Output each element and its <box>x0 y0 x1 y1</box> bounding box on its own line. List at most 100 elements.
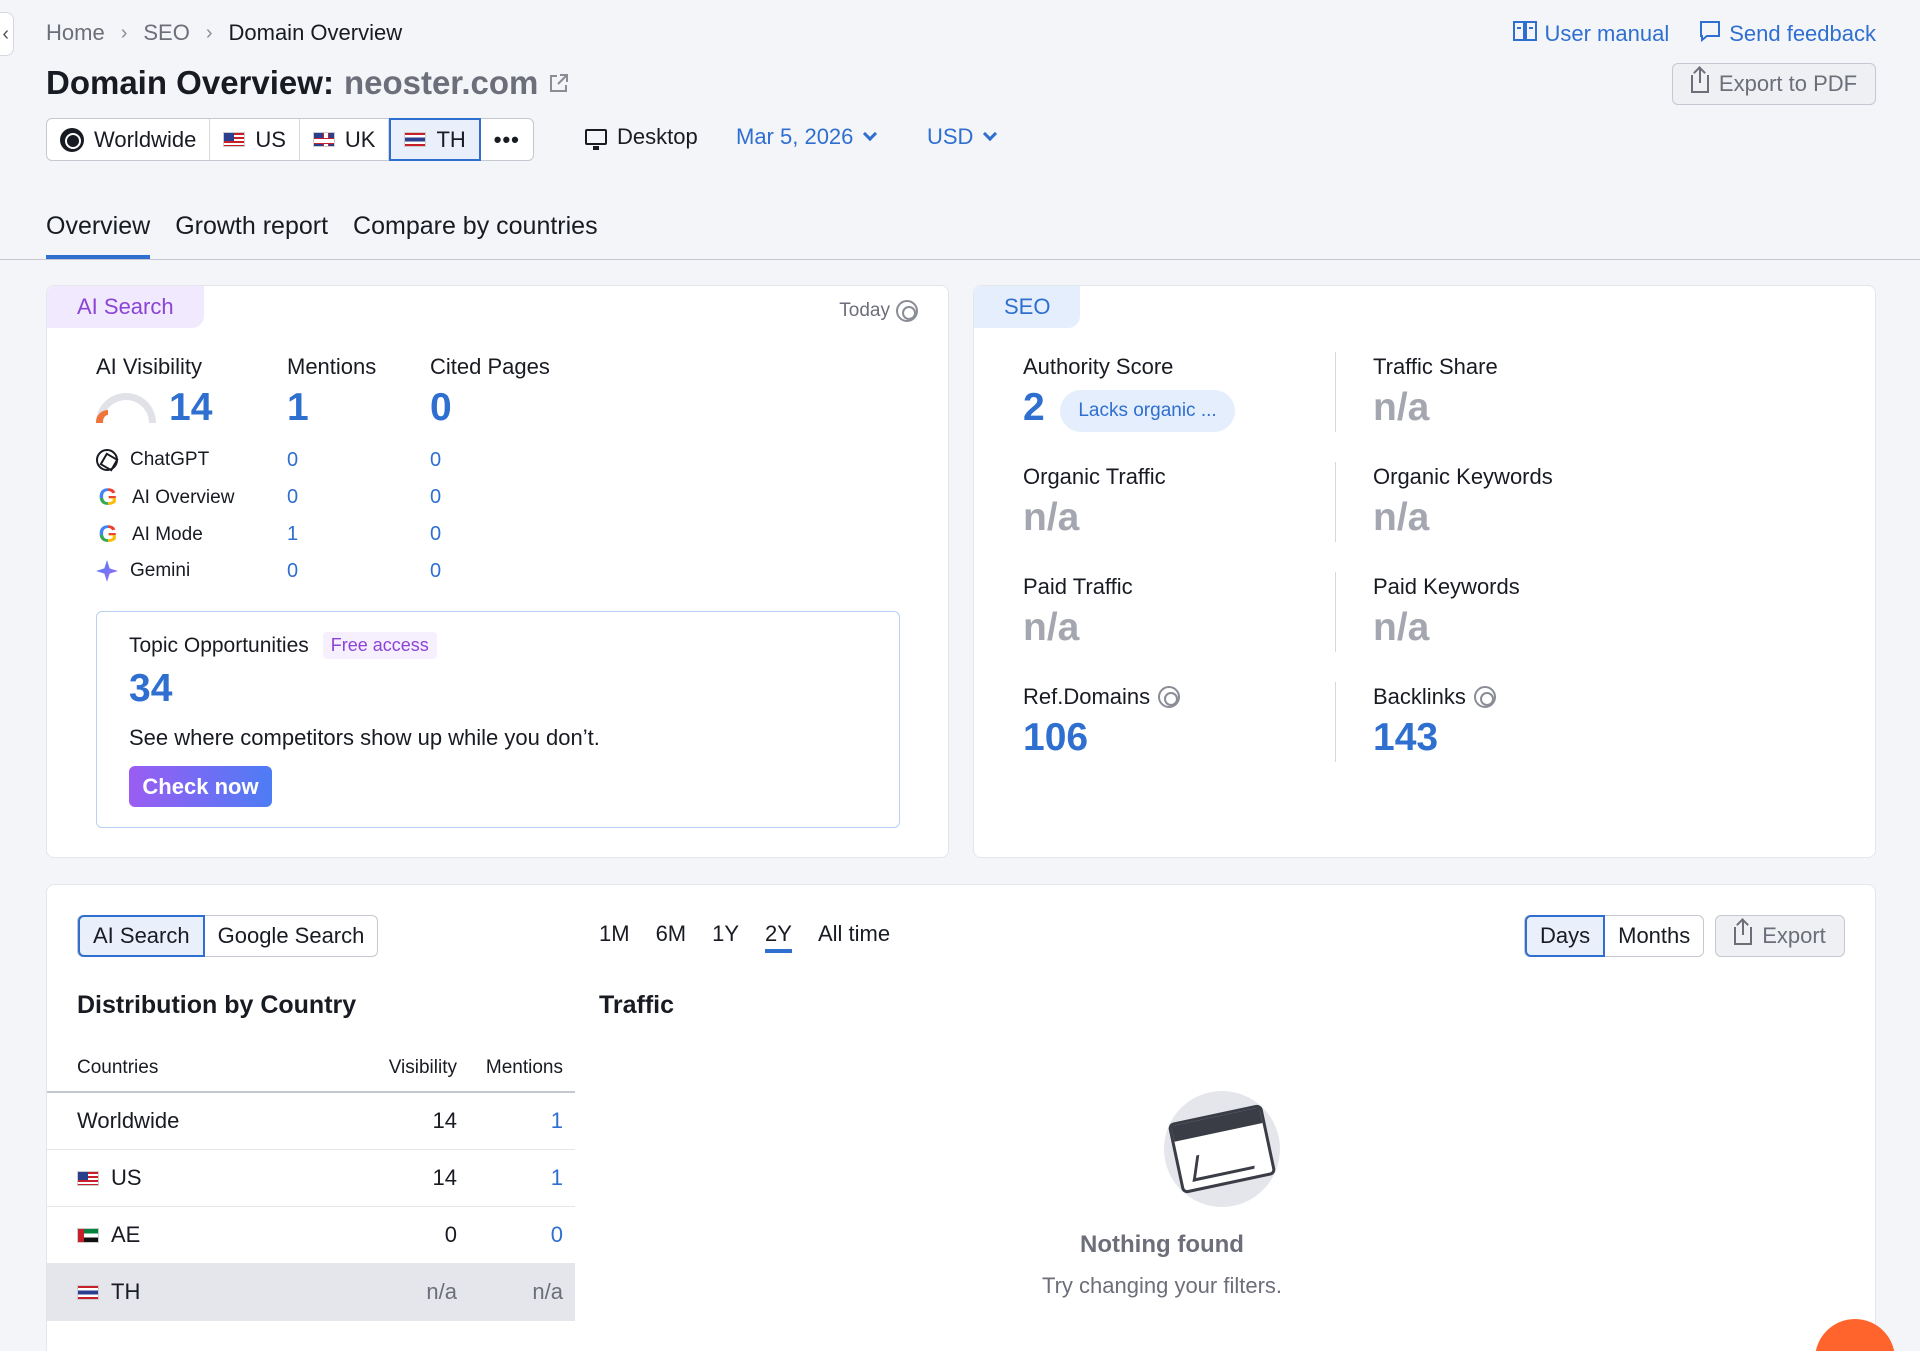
db-label: TH <box>436 126 466 152</box>
table-header: Countries Visibility Mentions <box>47 1045 575 1093</box>
seo-tag: SEO <box>974 286 1081 328</box>
db-th[interactable]: TH <box>389 118 481 161</box>
send-feedback-link[interactable]: Send feedback <box>1699 20 1876 48</box>
seo-card: SEO Authority Score 2 Lacks organic ... … <box>973 285 1876 858</box>
date-selector[interactable]: Mar 5, 2026 <box>736 124 878 150</box>
paid-keywords-label: Paid Keywords <box>1373 574 1520 599</box>
user-manual-link[interactable]: User manual <box>1512 20 1669 48</box>
sidebar-collapse-button[interactable]: ‹ <box>0 12 14 56</box>
distribution-table: Countries Visibility Mentions Worldwide … <box>47 1045 575 1321</box>
source-name: AI Overview <box>132 487 235 508</box>
authority-score-value[interactable]: 2 <box>1023 386 1045 430</box>
country-visibility: 0 <box>444 1222 457 1247</box>
db-uk[interactable]: UK <box>300 119 390 160</box>
chat-bubble-icon <box>1699 20 1721 48</box>
currency-selector[interactable]: USD <box>927 124 998 150</box>
period-all-time[interactable]: All time <box>818 921 890 953</box>
source-cited[interactable]: 0 <box>430 449 441 472</box>
gemini-icon <box>96 560 118 582</box>
mentions-value[interactable]: 1 <box>287 386 309 430</box>
source-row-chatgpt: ChatGPT <box>96 449 209 471</box>
backlinks-value[interactable]: 143 <box>1373 716 1438 760</box>
breadcrumb-home[interactable]: Home <box>46 20 105 46</box>
more-databases-button[interactable]: ••• <box>481 119 533 160</box>
globe-icon <box>896 300 918 322</box>
tab-overview[interactable]: Overview <box>46 212 151 259</box>
period-1m[interactable]: 1M <box>599 921 630 953</box>
source-mentions[interactable]: 1 <box>287 523 298 546</box>
external-link-icon[interactable] <box>548 64 570 102</box>
period-6m[interactable]: 6M <box>656 921 687 953</box>
breadcrumb-seo[interactable]: SEO <box>143 20 189 46</box>
source-name: ChatGPT <box>130 449 210 470</box>
source-cited[interactable]: 0 <box>430 486 441 509</box>
source-cited[interactable]: 0 <box>430 523 441 546</box>
date-label: Mar 5, 2026 <box>736 124 854 149</box>
authority-score-label: Authority Score <box>1023 354 1174 379</box>
header-visibility[interactable]: Visibility <box>347 1057 457 1079</box>
top-links: User manual Send feedback <box>1512 20 1876 48</box>
granularity-toggle: Days Months <box>1524 915 1705 957</box>
check-now-button[interactable]: Check now <box>129 766 272 807</box>
toggle-months[interactable]: Months <box>1605 916 1703 956</box>
distribution-title: Distribution by Country <box>77 991 357 1019</box>
cited-pages-label: Cited Pages <box>430 354 550 379</box>
organic-keywords-label: Organic Keywords <box>1373 464 1553 489</box>
tab-compare-by-countries[interactable]: Compare by countries <box>353 212 598 259</box>
authority-status-badge[interactable]: Lacks organic ... <box>1060 390 1235 432</box>
source-name: AI Mode <box>132 524 203 545</box>
traffic-share-value: n/a <box>1373 386 1430 429</box>
period-2y[interactable]: 2Y <box>765 921 792 953</box>
chart-window-icon <box>1167 1103 1277 1195</box>
ref-domains-value[interactable]: 106 <box>1023 716 1088 760</box>
toggle-google-search[interactable]: Google Search <box>205 916 378 956</box>
country-cell: AE <box>77 1222 347 1248</box>
tab-growth-report[interactable]: Growth report <box>175 212 328 259</box>
paid-keywords-value: n/a <box>1373 606 1430 649</box>
column-divider <box>1335 352 1336 432</box>
device-selector[interactable]: Desktop <box>585 124 698 150</box>
table-row-selected[interactable]: TH n/a n/a <box>47 1264 575 1321</box>
globe-icon <box>60 127 84 152</box>
source-cited[interactable]: 0 <box>430 560 441 583</box>
db-worldwide[interactable]: Worldwide <box>47 119 211 160</box>
cited-pages-value[interactable]: 0 <box>430 386 452 430</box>
send-feedback-label: Send feedback <box>1729 21 1876 46</box>
database-selector: Worldwide US UK TH ••• <box>46 118 534 161</box>
ref-domains-label: Ref.Domains <box>1023 684 1181 710</box>
export-icon <box>1690 69 1709 93</box>
country-mentions[interactable]: 1 <box>457 1165 563 1191</box>
source-row-ai-overview: G AI Overview <box>96 486 235 510</box>
period-1y[interactable]: 1Y <box>712 921 739 953</box>
source-mentions[interactable]: 0 <box>287 560 298 583</box>
mentions-label: Mentions <box>287 354 377 379</box>
country-visibility: n/a <box>426 1279 457 1304</box>
empty-state-title: Nothing found <box>1080 1231 1244 1258</box>
toggle-ai-search[interactable]: AI Search <box>78 915 205 957</box>
topic-opportunities-box: Topic Opportunities Free access 34 See w… <box>96 611 900 828</box>
country-visibility: 14 <box>432 1108 457 1133</box>
period-selector: 1M 6M 1Y 2Y All time <box>599 921 890 953</box>
ai-search-tag: AI Search <box>47 286 204 328</box>
today-text: Today <box>839 300 890 321</box>
source-mentions[interactable]: 0 <box>287 449 298 472</box>
breadcrumb-current: Domain Overview <box>228 20 403 45</box>
source-mentions[interactable]: 0 <box>287 486 298 509</box>
country-mentions[interactable]: 1 <box>457 1108 563 1134</box>
tabs-divider <box>0 259 1920 260</box>
export-pdf-button[interactable]: Export to PDF <box>1672 63 1876 105</box>
country-name: TH <box>111 1279 141 1304</box>
chatgpt-icon <box>96 449 118 471</box>
ref-domains-text: Ref.Domains <box>1023 684 1151 709</box>
header-mentions[interactable]: Mentions <box>457 1057 563 1079</box>
db-us[interactable]: US <box>210 119 300 160</box>
toggle-days[interactable]: Days <box>1525 915 1606 957</box>
backlinks-label: Backlinks <box>1373 684 1496 710</box>
ae-flag-icon <box>77 1227 99 1243</box>
header-countries[interactable]: Countries <box>77 1057 347 1079</box>
breadcrumb: Home › SEO › Domain Overview <box>46 20 402 46</box>
column-divider <box>1335 682 1336 762</box>
export-button[interactable]: Export <box>1715 915 1845 957</box>
ai-visibility-value[interactable]: 14 <box>169 386 212 430</box>
country-mentions[interactable]: 0 <box>457 1222 563 1248</box>
